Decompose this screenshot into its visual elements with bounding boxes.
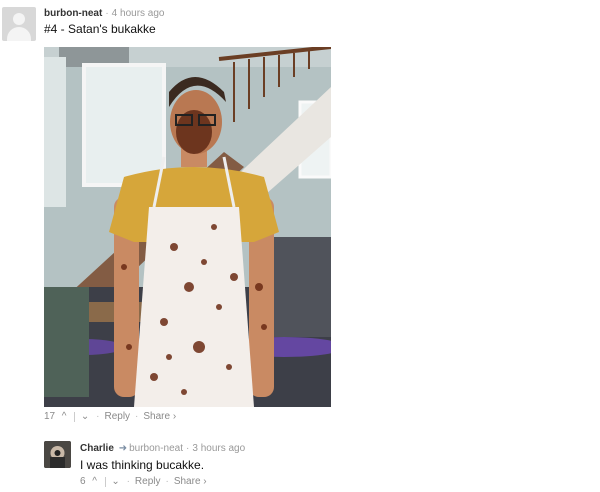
comment-meta: Charlie ➜ burbon-neat · 3 hours ago	[80, 443, 246, 454]
chevron-down-icon[interactable]: ⌄	[110, 476, 122, 487]
comment-actions: 17 ^ ⌄ · Reply · Share ›	[44, 411, 177, 422]
comment-text: I was thinking bucakke.	[80, 458, 205, 472]
chevron-down-icon[interactable]: ⌄	[79, 411, 91, 422]
comment-image[interactable]	[44, 47, 331, 407]
comment: burbon-neat · 4 hours ago #4 - Satan's buk…	[0, 0, 600, 430]
comment-author[interactable]: Charlie	[80, 443, 114, 454]
comment-time[interactable]: 4 hours ago	[112, 8, 165, 19]
comment-time[interactable]: 3 hours ago	[192, 443, 245, 454]
photo-illustration	[44, 47, 331, 407]
default-user-icon	[13, 13, 25, 25]
comment-meta: burbon-neat · 4 hours ago	[44, 8, 165, 19]
reply-button[interactable]: Reply	[104, 411, 130, 422]
vote-count: 17	[44, 411, 56, 422]
avatar[interactable]	[44, 441, 71, 468]
avatar-image	[44, 441, 71, 468]
chevron-up-icon[interactable]: ^	[89, 476, 101, 487]
vote-count: 6	[80, 476, 86, 487]
reply-to-author[interactable]: burbon-neat	[129, 443, 183, 454]
comment-author[interactable]: burbon-neat	[44, 8, 102, 19]
reply-comment: Charlie ➜ burbon-neat · 3 hours ago I was t…	[0, 430, 600, 492]
reply-arrow-icon: ➜	[118, 443, 128, 454]
share-button[interactable]: Share ›	[143, 411, 176, 422]
chevron-up-icon[interactable]: ^	[58, 411, 70, 422]
avatar[interactable]	[2, 7, 36, 41]
comment-text: #4 - Satan's bukakke	[44, 22, 156, 36]
share-button[interactable]: Share ›	[174, 476, 207, 487]
comment-actions: 6 ^ ⌄ · Reply · Share ›	[80, 476, 207, 487]
reply-button[interactable]: Reply	[135, 476, 161, 487]
